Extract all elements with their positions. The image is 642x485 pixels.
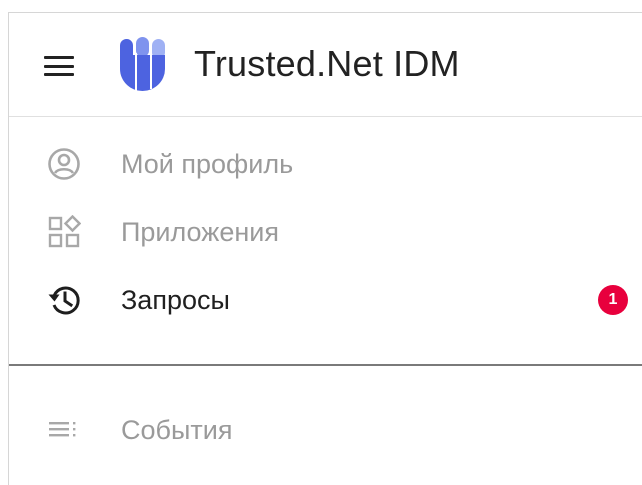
app-title: Trusted.Net IDM: [194, 43, 460, 84]
apps-icon: [48, 215, 81, 248]
hamburger-menu-icon[interactable]: [41, 55, 77, 77]
nav-item-label: События: [121, 415, 233, 445]
nav-item-apps[interactable]: Приложения: [9, 201, 642, 261]
nav-item-profile[interactable]: Мой профиль: [9, 133, 642, 193]
nav-item-label: Запросы: [121, 285, 230, 315]
nav-item-requests[interactable]: Запросы 1: [9, 269, 642, 329]
notification-badge: 1: [598, 285, 628, 315]
divider: [9, 364, 642, 366]
profile-icon: [48, 148, 80, 180]
trusted-net-logo: [120, 37, 165, 91]
nav-item-events[interactable]: События: [9, 399, 642, 459]
nav-item-label: Мой профиль: [121, 149, 294, 179]
drawer-header: Trusted.Net IDM: [9, 13, 642, 117]
nav-item-label: Приложения: [121, 217, 279, 247]
navigation-drawer: Trusted.Net IDM Мой профиль Приложения З…: [8, 12, 642, 485]
history-icon: [48, 286, 80, 315]
events-list-icon: [49, 422, 76, 437]
